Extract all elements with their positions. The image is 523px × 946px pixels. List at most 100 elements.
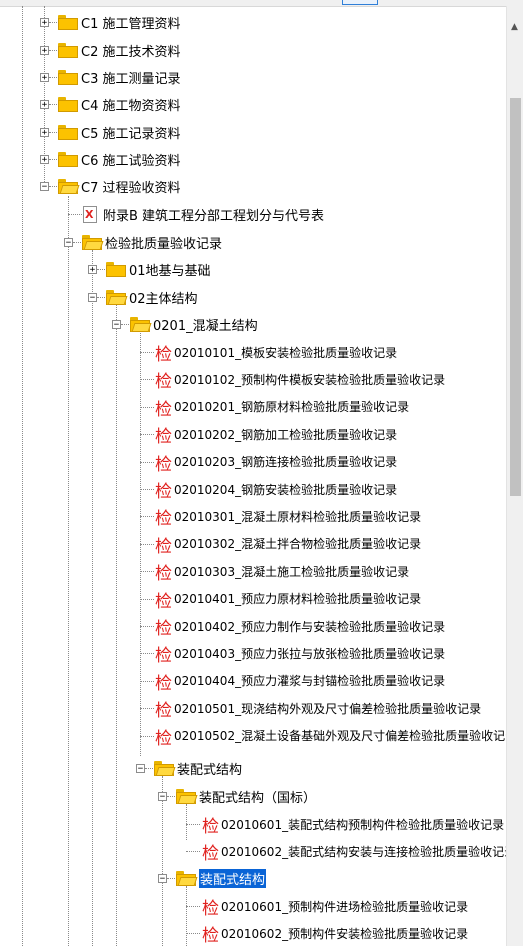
record-item[interactable]: 检 02010602_装配式结构安装与连接检验批质量验收记录 — [202, 840, 506, 864]
record-item[interactable]: 检 02010601_装配式结构预制构件检验批质量验收记录 — [202, 813, 504, 837]
collapse-toggle[interactable]: − — [158, 874, 167, 884]
tree-node-label: C3 施工测量记录 — [81, 71, 181, 87]
collapse-toggle[interactable]: − — [112, 320, 121, 330]
record-item[interactable]: 检 02010101_模板安装检验批质量验收记录 — [155, 341, 397, 365]
tree-node-c3[interactable]: C3 施工测量记录 — [58, 66, 180, 88]
tree-node-label: 装配式结构（国标） — [199, 790, 317, 806]
tree-guide-line — [186, 804, 187, 840]
tree-connector — [145, 768, 153, 769]
tree-connector — [97, 297, 105, 298]
folder-open-icon — [58, 178, 80, 194]
tree-node-c5[interactable]: C5 施工记录资料 — [58, 121, 180, 143]
tree-node-main-structure[interactable]: 02主体结构 — [106, 286, 198, 308]
tree-node-foundation[interactable]: 01地基与基础 — [106, 258, 211, 280]
folder-open-icon — [82, 234, 104, 250]
folder-icon — [58, 42, 78, 58]
inspection-record-icon: 检 — [155, 454, 172, 475]
record-item[interactable]: 检 02010202_钢筋加工检验批质量验收记录 — [155, 423, 397, 447]
tree-connector — [140, 543, 154, 545]
inspection-record-icon: 检 — [155, 673, 172, 694]
record-item[interactable]: 检 02010301_混凝土原材料检验批质量验收记录 — [155, 505, 421, 529]
record-item[interactable]: 检 02010404_预应力灌浆与封锚检验批质量验收记录 — [155, 670, 446, 694]
folder-icon — [58, 151, 78, 167]
expand-toggle[interactable]: + — [40, 155, 49, 165]
record-item[interactable]: 检 02010403_预应力张拉与放张检验批质量验收记录 — [155, 642, 446, 667]
record-item[interactable]: 检 02010401_预应力原材料检验批质量验收记录 — [155, 588, 422, 611]
tree-node-label: 装配式结构 — [177, 762, 243, 778]
tree-node-c2[interactable]: C2 施工技术资料 — [58, 39, 180, 61]
tree-connector — [49, 50, 57, 51]
expand-toggle[interactable]: + — [88, 265, 97, 275]
tree-connector — [68, 214, 82, 215]
tree-connector — [140, 735, 154, 737]
tree-node-c1[interactable]: C1 施工管理资料 — [58, 11, 180, 33]
vertical-scrollbar[interactable]: ▲ — [506, 6, 523, 946]
tree-connector — [140, 708, 154, 710]
tree-node-label: 02010602_预制构件安装检验批质量验收记录 — [221, 926, 469, 941]
collapse-toggle[interactable]: − — [40, 182, 49, 192]
toolbar-button[interactable] — [342, 0, 378, 5]
tree-node-label: C6 施工试验资料 — [81, 153, 181, 169]
inspection-record-icon: 检 — [155, 345, 172, 365]
tree-node-label: 02010203_钢筋连接检验批质量验收记录 — [174, 455, 398, 470]
tree-connector — [186, 824, 200, 825]
record-item[interactable]: 检 02010203_钢筋连接检验批质量验收记录 — [155, 451, 398, 475]
record-item[interactable]: 检 02010201_钢筋原材料检验批质量验收记录 — [155, 396, 409, 419]
record-item[interactable]: 检 02010602_预制构件安装检验批质量验收记录 — [202, 922, 469, 946]
record-item[interactable]: 检 02010303_混凝土施工检验批质量验收记录 — [155, 560, 409, 584]
record-item[interactable]: 检 02010502_混凝土设备基础外观及尺寸偏差检验批质量验收记录 — [155, 725, 506, 748]
tree-guide-line — [186, 886, 187, 946]
folder-icon — [106, 261, 126, 277]
record-item[interactable]: 检 02010402_预应力制作与安装检验批质量验收记录 — [155, 615, 445, 639]
tree-node-label: 02010401_预应力原材料检验批质量验收记录 — [174, 592, 422, 607]
tree-node-label: 02010403_预应力张拉与放张检验批质量验收记录 — [174, 646, 446, 661]
expand-toggle[interactable]: + — [40, 18, 49, 28]
tree-connector — [186, 933, 200, 934]
tree-node-prefab-selected[interactable]: 装配式结构 — [176, 867, 267, 889]
tree-connector — [140, 489, 154, 490]
collapse-toggle[interactable]: − — [136, 764, 145, 774]
collapse-toggle[interactable]: − — [64, 238, 73, 248]
tree-node-label: C4 施工物资资料 — [81, 98, 181, 114]
inspection-record-icon: 检 — [202, 817, 219, 837]
tree-connector — [140, 379, 154, 381]
record-item[interactable]: 检 02010102_预制构件模板安装检验批质量验收记录 — [155, 368, 445, 392]
tree-node-c6[interactable]: C6 施工试验资料 — [58, 148, 180, 170]
record-item[interactable]: 检 02010601_预制构件进场检验批质量验收记录 — [202, 895, 468, 919]
collapse-toggle[interactable]: − — [88, 293, 97, 303]
tree-node-concrete[interactable]: 0201_混凝土结构 — [130, 313, 258, 335]
tree-node-label: 02010204_钢筋安装检验批质量验收记录 — [174, 482, 398, 497]
appendix-item[interactable]: X 附录B 建筑工程分部工程划分与代号表 — [83, 203, 324, 225]
collapse-toggle[interactable]: − — [158, 792, 167, 802]
tree-node-label: 02010302_混凝土拌合物检验批质量验收记录 — [174, 537, 422, 552]
tree-node-label: 02010502_混凝土设备基础外观及尺寸偏差检验批质量验收记录 — [174, 729, 506, 744]
expand-toggle[interactable]: + — [40, 128, 49, 138]
tree-connector — [140, 653, 154, 655]
tree-connector — [121, 324, 129, 325]
inspection-record-icon: 检 — [202, 844, 219, 864]
tree-node-label: 装配式结构 — [199, 868, 267, 888]
record-item[interactable]: 检 02010204_钢筋安装检验批质量验收记录 — [155, 478, 398, 502]
folder-open-icon — [176, 788, 198, 804]
expand-toggle[interactable]: + — [40, 73, 49, 83]
record-item[interactable]: 检 02010501_现浇结构外观及尺寸偏差检验批质量验收记录 — [155, 697, 481, 721]
tree-node-batch-records[interactable]: 检验批质量验收记录 — [82, 231, 222, 253]
scroll-up-arrow-icon[interactable]: ▲ — [511, 22, 518, 32]
inspection-record-icon: 检 — [155, 646, 172, 667]
folder-icon — [58, 96, 78, 112]
expand-toggle[interactable]: + — [40, 46, 49, 56]
tree-node-prefab[interactable]: 装配式结构 — [154, 757, 242, 779]
tree-node-prefab-national[interactable]: 装配式结构（国标） — [176, 785, 316, 807]
tree-connector — [167, 796, 175, 797]
record-item[interactable]: 检 02010302_混凝土拌合物检验批质量验收记录 — [155, 533, 422, 556]
folder-icon — [58, 14, 78, 30]
tree-node-c7[interactable]: C7 过程验收资料 — [58, 175, 180, 197]
tree-connector — [186, 906, 200, 907]
inspection-record-icon: 检 — [202, 899, 219, 919]
scrollbar-thumb[interactable] — [510, 98, 521, 496]
tree-node-c4[interactable]: C4 施工物资资料 — [58, 93, 180, 115]
expand-toggle[interactable]: + — [40, 100, 49, 110]
archive-tree[interactable]: + C1 施工管理资料 + C2 施工技术资料 + C3 施工测量记录 + C4 施工物资资料… — [0, 6, 506, 946]
tree-node-label: 02010404_预应力灌浆与封锚检验批质量验收记录 — [174, 674, 446, 689]
tree-node-label: 检验批质量验收记录 — [105, 236, 223, 252]
